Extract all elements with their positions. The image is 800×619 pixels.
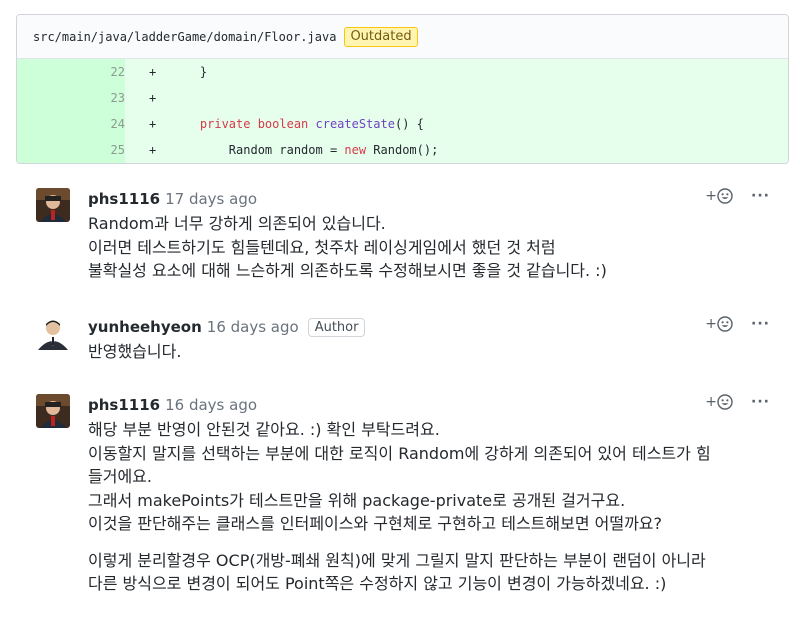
more-options-button[interactable]: ··· (751, 316, 770, 332)
comment-body: phs1116 17 days ago + ··· Random과 너무 강하게 의존되… (88, 188, 776, 283)
smiley-icon (717, 188, 733, 204)
comment-text: 해당 부분 반영이 안된것 같아요. :) 확인 부탁드려요. 이동할지 말지를 … (88, 418, 776, 596)
code-token: private boolean (199, 117, 316, 131)
comment-body: yunheehyeon 16 days ago Author + ··· 반영했습니다. (88, 316, 776, 364)
line-number[interactable]: 24 (17, 111, 125, 137)
line-number[interactable]: 22 (17, 59, 125, 85)
code-token: } (199, 65, 208, 79)
outdated-badge: Outdated (344, 26, 418, 47)
line-number-text: 23 (110, 91, 125, 105)
add-reaction-button[interactable]: + (705, 316, 733, 332)
reaction-plus-label: + (705, 394, 718, 410)
add-reaction-button[interactable]: + (705, 394, 733, 410)
diff-line: 24 + private boolean createState() { (17, 111, 788, 137)
more-options-button[interactable]: ··· (751, 188, 770, 204)
comment-line: 불확실성 요소에 대해 느슨하게 의존하도록 수정해보시면 좋을 것 같습니다.… (88, 261, 607, 280)
comment-header: phs1116 16 days ago (88, 394, 776, 416)
diff-sign: + (149, 91, 157, 105)
reaction-plus-label: + (705, 188, 718, 204)
diff-code: Random random = new Random(); (171, 143, 439, 157)
code-token: Random random = (228, 143, 345, 157)
comment-line: 이렇게 분리할경우 OCP(개방-폐쇄 원칙)에 맞게 그릴지 말지 판단하는 … (88, 550, 706, 570)
comment-line: 이러면 테스트하기도 힘들텐데요, 첫주차 레이싱게임에서 했던 것 처럼 (88, 237, 556, 257)
diff-line: 23 + (17, 85, 788, 111)
comment-header: yunheehyeon 16 days ago Author (88, 316, 776, 338)
code-token: new (344, 143, 367, 157)
comment-actions: + ··· (705, 316, 770, 332)
comment-timestamp-link[interactable]: 17 days ago (165, 190, 257, 208)
diff-lines: 22 + } 23 +24 + private boolean createState(… (17, 59, 788, 163)
diff-line: 25 + Random random = new Random(); (17, 137, 788, 163)
comment-timestamp-link[interactable]: 16 days ago (207, 318, 299, 336)
comment-paragraph: 이렇게 분리할경우 OCP(개방-폐쇄 원칙)에 맞게 그릴지 말지 판단하는 … (88, 549, 776, 596)
code-token: Random(); (366, 143, 439, 157)
file-header: src/main/java/ladderGame/domain/Floor.ja… (17, 15, 788, 59)
avatar[interactable] (36, 394, 70, 428)
comment-author-link[interactable]: phs1116 (88, 190, 160, 208)
line-number-text: 22 (110, 65, 125, 79)
add-reaction-button[interactable]: + (705, 188, 733, 204)
avatar[interactable] (36, 316, 70, 350)
comment-body: phs1116 16 days ago + ··· 해당 부분 반영이 안된것 같아요.… (88, 394, 776, 596)
code-token: createState (315, 117, 395, 131)
comment-line: 이것을 판단해주는 클래스를 인터페이스와 구현체로 구현하고 테스트해보면 어… (88, 514, 663, 533)
file-diff-box: src/main/java/ladderGame/domain/Floor.ja… (16, 14, 789, 164)
smiley-icon (717, 394, 733, 410)
line-number[interactable]: 25 (17, 137, 125, 163)
comment-author-link[interactable]: phs1116 (88, 396, 160, 414)
comment-timestamp-link[interactable]: 16 days ago (165, 396, 257, 414)
more-options-button[interactable]: ··· (751, 394, 770, 410)
code-token: () { (394, 117, 424, 131)
diff-code: private boolean createState() { (171, 117, 424, 131)
line-number[interactable]: 23 (17, 85, 125, 111)
comment-line: 들거에요. (88, 467, 152, 486)
line-number-text: 24 (110, 117, 125, 131)
comment-actions: + ··· (705, 188, 770, 204)
comment-header: phs1116 17 days ago (88, 188, 776, 210)
file-path-link[interactable]: src/main/java/ladderGame/domain/Floor.ja… (33, 30, 336, 44)
diff-sign: + (149, 117, 157, 131)
comment-line: 이동할지 말지를 선택하는 부분에 대한 로직이 Random에 강하게 의존되… (88, 443, 711, 463)
comment-author-link[interactable]: yunheehyeon (88, 318, 202, 336)
avatar[interactable] (36, 188, 70, 222)
diff-sign: + (149, 65, 157, 79)
comment-line: Random과 너무 강하게 의존되어 있습니다. (88, 214, 386, 233)
smiley-icon (717, 316, 733, 332)
diff-code: } (171, 65, 207, 79)
comment-text: Random과 너무 강하게 의존되어 있습니다. 이러면 테스트하기도 힘들텐데… (88, 212, 776, 283)
diff-sign: + (149, 143, 157, 157)
reaction-plus-label: + (705, 316, 718, 332)
author-badge: Author (307, 317, 366, 337)
line-number-text: 25 (110, 143, 125, 157)
comment-actions: + ··· (705, 394, 770, 410)
comment-line: 그래서 makePoints가 테스트만을 위해 package-private… (88, 490, 626, 510)
diff-line: 22 + } (17, 59, 788, 85)
comment-text: 반영했습니다. (88, 340, 776, 364)
comment-line: 해당 부분 반영이 안된것 같아요. :) 확인 부탁드려요. (88, 420, 440, 439)
comment-line: 다른 방식으로 변경이 되어도 Point쪽은 수정하지 않고 기능이 변경이 … (88, 574, 667, 593)
comment-line: 반영했습니다. (88, 342, 182, 361)
